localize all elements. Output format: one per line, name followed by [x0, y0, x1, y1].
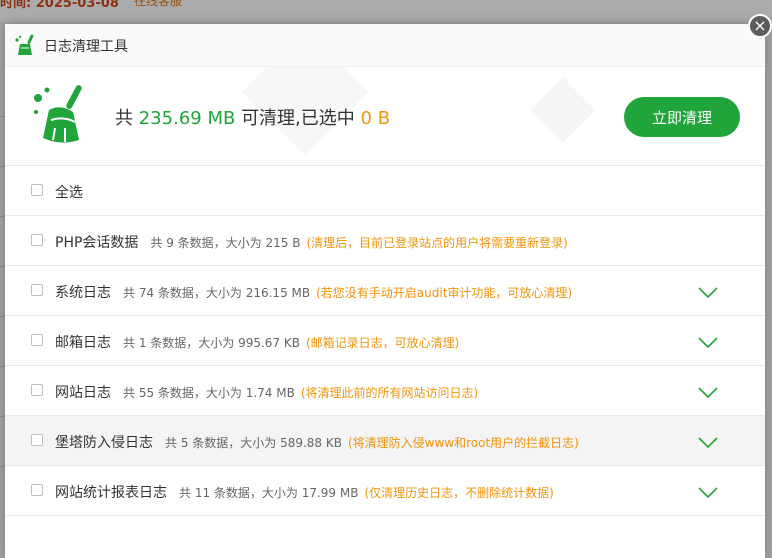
log-item-name: PHP会话数据: [55, 235, 139, 251]
decoration: [530, 77, 596, 143]
summary-prefix: 共: [115, 108, 133, 129]
log-item-checkbox[interactable]: [31, 384, 43, 396]
log-item-note: (将清理防入侵www和root用户的拦截日志): [347, 436, 579, 450]
log-item-note: (清理后，目前已登录站点的用户将需要重新登录): [306, 236, 568, 250]
log-item-checkbox[interactable]: [31, 284, 43, 296]
select-all-label: 全选: [55, 185, 83, 201]
log-item-note: (邮箱记录日志，可放心清理): [305, 336, 460, 350]
log-item-text: 邮箱日志共 1 条数据，大小为 995.67 KB (邮箱记录日志，可放心清理): [55, 332, 459, 352]
log-item-row[interactable]: 网站日志共 55 条数据，大小为 1.74 MB (将清理此前的所有网站访问日志): [5, 366, 765, 416]
log-item-checkbox[interactable]: [31, 484, 43, 496]
log-item-name: 网站统计报表日志: [55, 485, 167, 501]
select-all-checkbox[interactable]: [31, 184, 43, 196]
log-item-note: (若您没有手动开启audit审计功能，可放心清理): [316, 286, 573, 300]
log-item-info: 共 1 条数据，大小为 995.67 KB: [123, 336, 300, 350]
broom-icon: [34, 85, 82, 143]
log-item-row[interactable]: PHP会话数据共 9 条数据，大小为 215 B (清理后，目前已登录站点的用户将…: [5, 216, 765, 266]
log-item-text: PHP会话数据共 9 条数据，大小为 215 B (清理后，目前已登录站点的用户将…: [55, 232, 568, 252]
log-item-info: 共 11 条数据，大小为 17.99 MB: [179, 486, 359, 500]
log-item-checkbox[interactable]: [31, 334, 43, 346]
chevron-down-icon[interactable]: [698, 337, 718, 349]
total-size: 235.69 MB: [138, 108, 236, 129]
log-item-name: 系统日志: [55, 285, 111, 301]
summary-stat: 共 235.69 MB 可清理,已选中 0 B: [115, 104, 390, 130]
summary-middle: 可清理,已选中: [241, 108, 355, 129]
log-item-info: 共 55 条数据，大小为 1.74 MB: [123, 386, 295, 400]
log-item-row[interactable]: 堡塔防入侵日志共 5 条数据，大小为 589.88 KB (将清理防入侵www和r…: [5, 416, 765, 466]
log-item-name: 邮箱日志: [55, 335, 111, 351]
log-item-note: (仅清理历史日志，不删除统计数据): [364, 486, 554, 500]
log-cleaner-dialog: 日志清理工具 共 235.69 MB 可清理,已选中 0 B 立即清理 全选 P…: [5, 24, 765, 558]
chevron-down-icon[interactable]: [698, 387, 718, 399]
log-item-text: 网站日志共 55 条数据，大小为 1.74 MB (将清理此前的所有网站访问日志): [55, 382, 478, 402]
log-item-name: 堡塔防入侵日志: [55, 435, 153, 451]
dialog-title: 日志清理工具: [44, 39, 128, 55]
log-item-name: 网站日志: [55, 385, 111, 401]
chevron-down-icon[interactable]: [698, 487, 718, 499]
close-button[interactable]: ×: [748, 14, 772, 38]
chevron-down-icon[interactable]: [698, 437, 718, 449]
log-item-info: 共 5 条数据，大小为 589.88 KB: [165, 436, 342, 450]
clean-now-button[interactable]: 立即清理: [624, 97, 740, 137]
broom-logo-icon: [15, 34, 34, 55]
select-all-row[interactable]: 全选: [5, 166, 765, 216]
log-item-text: 系统日志共 74 条数据，大小为 216.15 MB (若您没有手动开启audit…: [55, 282, 572, 302]
log-item-row[interactable]: 邮箱日志共 1 条数据，大小为 995.67 KB (邮箱记录日志，可放心清理): [5, 316, 765, 366]
log-item-info: 共 74 条数据，大小为 216.15 MB: [123, 286, 311, 300]
log-item-row[interactable]: 网站统计报表日志共 11 条数据，大小为 17.99 MB (仅清理历史日志，不删…: [5, 466, 765, 516]
log-item-text: 堡塔防入侵日志共 5 条数据，大小为 589.88 KB (将清理防入侵www和r…: [55, 432, 579, 452]
dialog-titlebar: 日志清理工具: [5, 24, 765, 67]
log-item-row[interactable]: 系统日志共 74 条数据，大小为 216.15 MB (若您没有手动开启audit…: [5, 266, 765, 316]
log-item-text: 网站统计报表日志共 11 条数据，大小为 17.99 MB (仅清理历史日志，不删…: [55, 482, 554, 502]
chevron-down-icon[interactable]: [698, 287, 718, 299]
log-item-checkbox[interactable]: [31, 234, 43, 246]
log-item-note: (将清理此前的所有网站访问日志): [300, 386, 479, 400]
selected-size: 0 B: [360, 108, 391, 129]
log-item-checkbox[interactable]: [31, 434, 43, 446]
summary-panel: 共 235.69 MB 可清理,已选中 0 B 立即清理: [5, 67, 765, 166]
log-item-info: 共 9 条数据，大小为 215 B: [150, 236, 301, 250]
